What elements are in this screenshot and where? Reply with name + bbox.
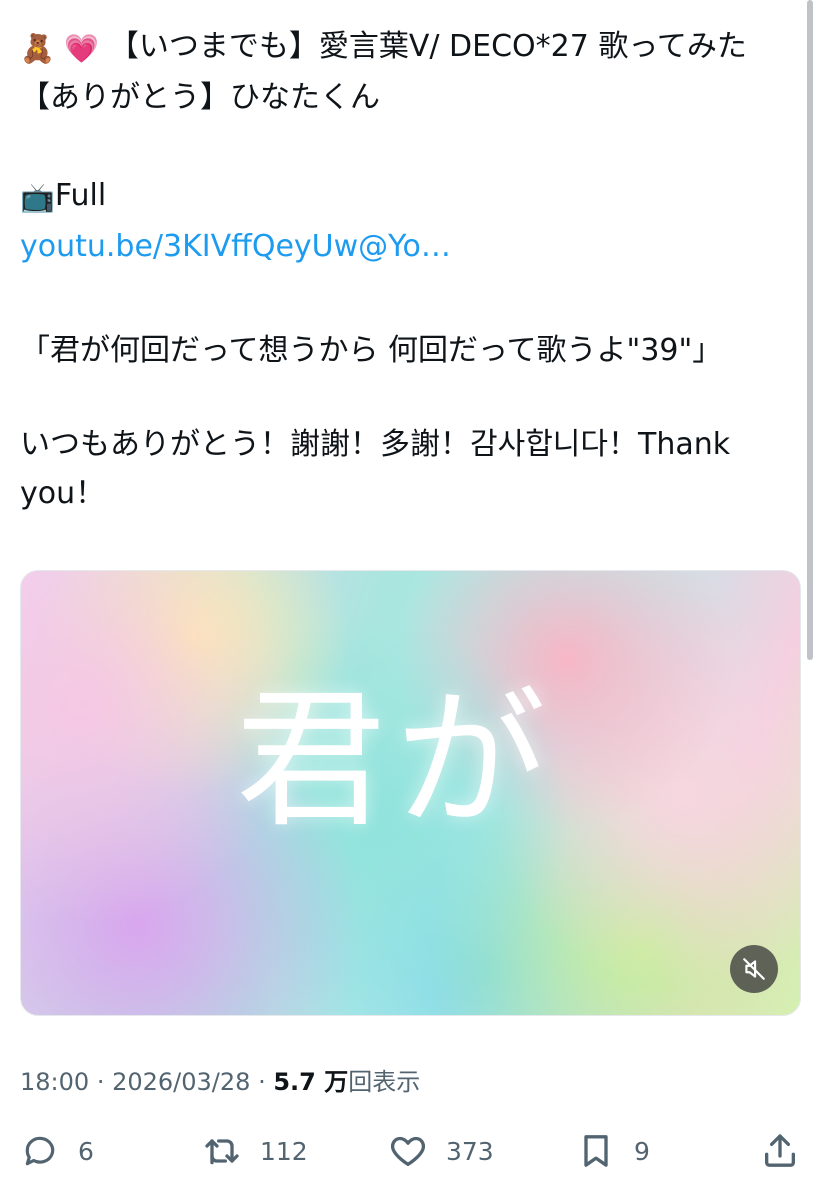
- tweet-title-text: 【いつまでも】愛言葉V/ DECO*27 歌ってみた: [108, 29, 747, 64]
- muted-speaker-icon: [743, 958, 765, 980]
- bookmark-icon: [576, 1131, 616, 1171]
- share-button[interactable]: [760, 1131, 800, 1171]
- youtube-link[interactable]: youtu.be/3KIVffQeyUw@Yo…: [20, 222, 790, 271]
- television-icon: 📺: [20, 181, 55, 214]
- like-count: 373: [446, 1136, 494, 1166]
- retweet-button[interactable]: 112: [202, 1125, 308, 1177]
- full-label-line: 📺Full: [20, 171, 790, 222]
- bookmark-button[interactable]: 9: [576, 1125, 650, 1177]
- meta-separator-2: ·: [258, 1068, 266, 1096]
- share-icon: [765, 1134, 795, 1167]
- thanks-line-2: you！: [20, 476, 106, 511]
- retweet-count: 112: [260, 1136, 308, 1166]
- lyric-quote: 「君が何回だって想うから 何回だって歌うよ"39"」: [20, 333, 723, 368]
- action-bar: 6 112 373 9: [20, 1125, 800, 1177]
- tweet-text: 🧸 💗 【いつまでも】愛言葉V/ DECO*27 歌ってみた 【ありがとう】ひな…: [20, 22, 790, 518]
- heart-icon: [388, 1131, 428, 1171]
- mute-button[interactable]: [730, 945, 778, 993]
- full-label: Full: [54, 178, 107, 213]
- reply-icon: [20, 1131, 60, 1171]
- scrollbar[interactable]: [807, 0, 813, 660]
- tweet-date[interactable]: 2026/03/28: [112, 1068, 250, 1096]
- teddy-bear-icon: 🧸: [20, 32, 55, 65]
- tweet-meta: 18:00 · 2026/03/28 · 5.7 万回表示: [20, 1062, 420, 1097]
- bookmark-count: 9: [634, 1136, 650, 1166]
- tweet-title-line-2: 【ありがとう】ひなたくん: [20, 80, 380, 115]
- reply-count: 6: [78, 1136, 94, 1166]
- retweet-icon: [202, 1131, 242, 1171]
- like-button[interactable]: 373: [388, 1125, 494, 1177]
- tweet-time[interactable]: 18:00: [20, 1068, 89, 1096]
- tweet-title-line: 🧸 💗 【いつまでも】愛言葉V/ DECO*27 歌ってみた: [20, 22, 790, 73]
- views-label: 回表示: [348, 1068, 421, 1096]
- video-thumbnail[interactable]: 君が: [20, 570, 801, 1016]
- pink-heart-icon: 💗: [64, 32, 100, 65]
- thanks-line-1: いつもありがとう！謝謝！多謝！감사합니다！Thank: [20, 427, 731, 462]
- video-caption: 君が: [236, 674, 557, 848]
- meta-separator: ·: [96, 1068, 105, 1096]
- reply-button[interactable]: 6: [20, 1125, 94, 1177]
- views-count: 5.7 万: [273, 1068, 349, 1096]
